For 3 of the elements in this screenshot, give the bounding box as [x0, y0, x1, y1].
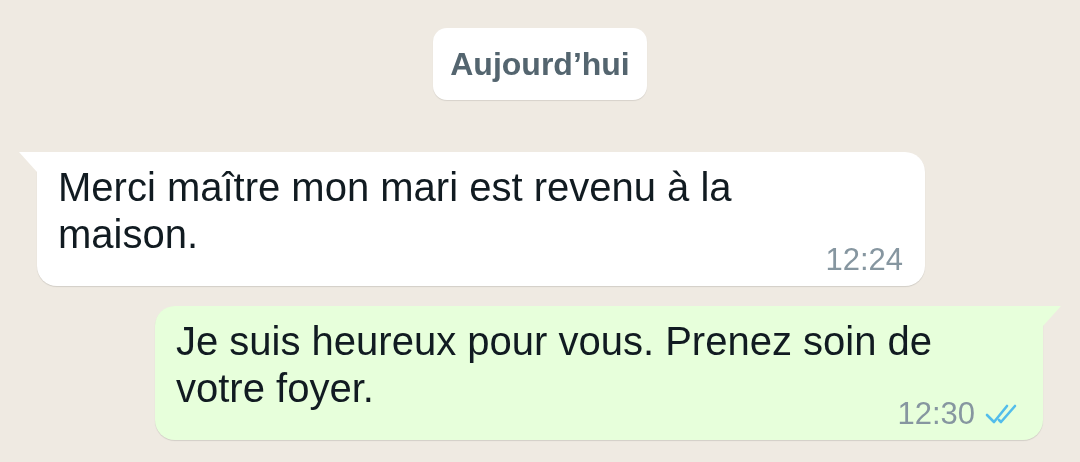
- message-time: 12:24: [825, 242, 903, 278]
- date-chip: Aujourd’hui: [433, 28, 647, 100]
- message-text: Merci maître mon mari est revenu à la maison.: [58, 164, 733, 258]
